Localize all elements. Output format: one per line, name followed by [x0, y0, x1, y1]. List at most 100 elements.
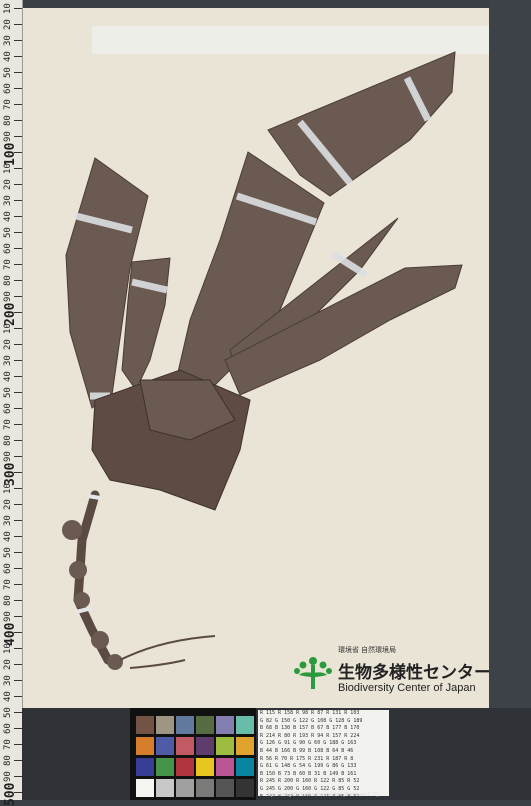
ruler-tick — [14, 264, 22, 265]
ruler-minor-label: 10 — [3, 643, 13, 654]
ruler-tick — [14, 584, 22, 585]
ruler-minor-label: 90 — [3, 611, 13, 622]
ruler-minor-label: 30 — [3, 515, 13, 526]
color-table-caption: by: GretagMacbeth color checker (Illumin… — [268, 792, 379, 798]
color-swatch — [216, 779, 234, 797]
color-table-row: B 68 B 130 B 157 B 67 B 177 B 170 — [260, 725, 360, 732]
ruler-tick — [14, 680, 22, 681]
ruler-minor-label: 50 — [3, 387, 13, 398]
color-swatch — [196, 737, 214, 755]
color-swatch — [136, 758, 154, 776]
ruler-minor-label: 70 — [3, 99, 13, 110]
ruler-tick — [14, 712, 22, 713]
ruler-minor-label: 90 — [3, 291, 13, 302]
ruler-minor-label: 10 — [3, 3, 13, 14]
ruler-minor-label: 40 — [3, 691, 13, 702]
ruler-minor-label: 50 — [3, 227, 13, 238]
color-swatch — [176, 758, 194, 776]
ruler-tick — [14, 328, 22, 329]
ruler-minor-label: 10 — [3, 323, 13, 334]
color-table-row: B 150 B 73 B 60 B 31 B 149 B 161 — [260, 770, 357, 777]
ruler-minor-label: 70 — [3, 259, 13, 270]
ruler-minor-label: 20 — [3, 499, 13, 510]
plant-logo-icon — [294, 657, 332, 689]
color-swatch — [156, 758, 174, 776]
ruler-minor-label: 60 — [3, 563, 13, 574]
color-table-row: R 245 R 200 R 160 R 122 R 85 R 52 — [260, 778, 360, 785]
ruler-minor-label: 90 — [3, 771, 13, 782]
ruler-tick — [14, 168, 22, 169]
color-values-table: R 115 R 158 R 98 R 87 R 131 R 103 G 82 G … — [258, 710, 389, 796]
ruler-tick — [14, 648, 22, 649]
ruler-tick — [14, 776, 22, 777]
ruler-minor-label: 60 — [3, 83, 13, 94]
measurement-ruler: 10 20 30 40 50 60 70 80 90 100 10 20 30 40 50 60 70 80 90 2… — [0, 0, 23, 806]
color-swatch — [236, 758, 254, 776]
ruler-tick — [14, 424, 22, 425]
ruler-tick — [14, 520, 22, 521]
ruler-tick — [14, 72, 22, 73]
ruler-tick — [14, 280, 22, 281]
color-table-row: G 61 G 148 G 54 G 199 G 86 G 133 — [260, 763, 357, 770]
color-swatch — [236, 737, 254, 755]
color-swatch — [216, 758, 234, 776]
ruler-tick — [14, 88, 22, 89]
ruler-minor-label: 70 — [3, 579, 13, 590]
color-table-row: G 126 G 91 G 90 G 60 G 188 G 163 — [260, 740, 357, 747]
color-swatch — [236, 779, 254, 797]
ruler-tick — [14, 376, 22, 377]
ruler-minor-label: 80 — [3, 755, 13, 766]
ruler-tick — [14, 408, 22, 409]
ruler-minor-label: 30 — [3, 675, 13, 686]
ruler-tick — [14, 728, 22, 729]
ruler-tick — [14, 120, 22, 121]
ruler-tick — [14, 744, 22, 745]
ruler-tick — [14, 760, 22, 761]
color-swatch — [156, 737, 174, 755]
ruler-tick — [14, 696, 22, 697]
color-swatch — [176, 716, 194, 734]
ministry-label: 環境省 自然環境局 — [338, 647, 396, 654]
ruler-tick — [14, 8, 22, 9]
color-swatch — [176, 737, 194, 755]
ruler-minor-label: 20 — [3, 659, 13, 670]
ruler-minor-label: 40 — [3, 371, 13, 382]
ruler-minor-label: 20 — [3, 339, 13, 350]
ruler-minor-label: 80 — [3, 595, 13, 606]
ruler-minor-label: 40 — [3, 531, 13, 542]
ruler-tick — [14, 136, 22, 137]
ruler-tick — [14, 200, 22, 201]
ruler-minor-label: 60 — [3, 403, 13, 414]
color-swatch — [176, 779, 194, 797]
ruler-minor-label: 80 — [3, 275, 13, 286]
ruler-minor-label: 30 — [3, 355, 13, 366]
color-swatch — [196, 779, 214, 797]
ruler-tick — [14, 40, 22, 41]
ruler-minor-label: 80 — [3, 115, 13, 126]
logo-title-jp: 生物多様性センター — [338, 663, 491, 682]
ruler-tick — [14, 600, 22, 601]
ruler-tick — [14, 56, 22, 57]
ruler-tick — [14, 216, 22, 217]
ruler-minor-label: 70 — [3, 419, 13, 430]
color-swatch — [156, 716, 174, 734]
ruler-minor-label: 50 — [3, 707, 13, 718]
color-checker-card — [130, 708, 256, 800]
ruler-tick — [14, 24, 22, 25]
color-table-row: G 82 G 150 G 122 G 108 G 128 G 189 — [260, 717, 363, 724]
ruler-tick — [14, 536, 22, 537]
ruler-tick — [14, 552, 22, 553]
logo-title-en: Biodiversity Center of Japan — [338, 682, 476, 694]
ruler-minor-label: 90 — [3, 131, 13, 142]
ruler-minor-label: 40 — [3, 211, 13, 222]
ruler-minor-label: 60 — [3, 723, 13, 734]
ruler-tick — [14, 568, 22, 569]
color-swatch — [196, 758, 214, 776]
color-swatch — [216, 737, 234, 755]
color-table-row: R 115 R 158 R 98 R 87 R 131 R 103 — [260, 710, 360, 716]
color-swatch — [136, 737, 154, 755]
ruler-minor-label: 90 — [3, 451, 13, 462]
ruler-minor-label: 20 — [3, 179, 13, 190]
ruler-minor-label: 70 — [3, 739, 13, 750]
ruler-tick — [14, 184, 22, 185]
